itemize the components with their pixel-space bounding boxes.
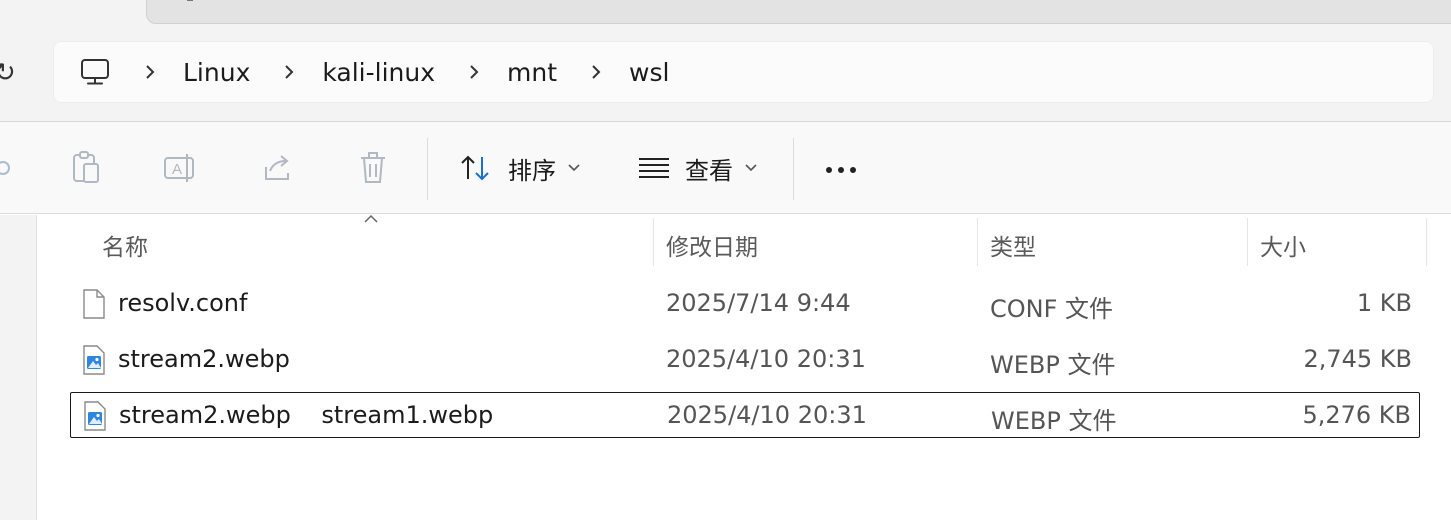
column-header-name[interactable]: 名称	[102, 228, 148, 262]
file-type: WEBP 文件	[991, 407, 1117, 435]
chevron-down-icon	[568, 164, 580, 172]
file-row[interactable]: resolv.conf 2025/7/14 9:44 CONF 文件 1 KB	[70, 281, 1420, 327]
file-date: 2025/4/10 20:31	[666, 345, 866, 373]
column-header-size[interactable]: 大小	[1260, 228, 1306, 262]
file-size: 2,745 KB	[1303, 345, 1412, 373]
file-size: 5,276 KB	[1302, 401, 1411, 429]
column-separator[interactable]	[653, 218, 654, 266]
address-bar[interactable]: Linux kali-linux mnt wsl	[53, 41, 1434, 103]
toolbar-separator	[793, 138, 794, 200]
image-file-icon	[83, 345, 105, 375]
column-header-type[interactable]: 类型	[990, 228, 1036, 262]
title-area: ↻ Linux kali-linux mnt wsl	[0, 0, 1451, 122]
breadcrumb-item-linux[interactable]: Linux	[183, 58, 250, 87]
file-date: 2025/7/14 9:44	[666, 289, 851, 317]
chevron-down-icon	[745, 164, 757, 172]
file-size: 1 KB	[1356, 289, 1412, 317]
paste-icon[interactable]	[68, 150, 104, 186]
cut-icon[interactable]	[0, 150, 16, 186]
cut-off-nav-icon[interactable]: ↻	[0, 58, 16, 88]
more-dots-icon	[850, 167, 856, 173]
more-dots-icon	[838, 167, 844, 173]
breadcrumb-item-kali-linux[interactable]: kali-linux	[322, 58, 435, 87]
image-file-icon	[84, 401, 106, 431]
file-name: stream2.webp stream1.webp	[119, 401, 494, 429]
view-button[interactable]: 查看	[637, 146, 757, 190]
file-row-focused[interactable]: stream2.webp stream1.webp 2025/4/10 20:3…	[70, 392, 1420, 438]
toolbar-separator	[427, 138, 428, 200]
file-type: WEBP 文件	[990, 351, 1116, 379]
chevron-right-icon[interactable]	[583, 57, 609, 87]
chevron-right-icon[interactable]	[137, 57, 163, 87]
more-dots-icon	[826, 167, 832, 173]
navigation-pane[interactable]	[0, 215, 37, 520]
file-date: 2025/4/10 20:31	[667, 401, 867, 429]
column-separator[interactable]	[1247, 218, 1248, 266]
column-separator[interactable]	[977, 218, 978, 266]
sort-indicator-icon	[364, 214, 378, 223]
view-label: 查看	[685, 156, 733, 185]
column-header-date[interactable]: 修改日期	[666, 228, 758, 262]
chevron-right-icon[interactable]	[276, 57, 302, 87]
file-row[interactable]: stream2.webp 2025/4/10 20:31 WEBP 文件 2,7…	[70, 337, 1420, 383]
breadcrumb-item-mnt[interactable]: mnt	[507, 58, 557, 87]
file-type: CONF 文件	[990, 295, 1114, 323]
sort-button[interactable]: 排序	[458, 146, 580, 190]
view-list-icon	[639, 158, 669, 178]
chevron-right-icon[interactable]	[461, 57, 487, 87]
this-pc-icon[interactable]	[79, 56, 111, 88]
share-icon[interactable]	[259, 150, 295, 186]
file-name: stream2.webp	[118, 345, 290, 373]
sort-icon	[461, 155, 489, 181]
file-explorer-window: ↻ Linux kali-linux mnt wsl A 排序 查看 名称 修改…	[0, 0, 1451, 520]
breadcrumb-item-wsl[interactable]: wsl	[629, 58, 669, 87]
delete-icon[interactable]	[355, 150, 391, 186]
column-separator[interactable]	[1426, 218, 1427, 266]
rename-icon[interactable]: A	[163, 150, 199, 186]
command-bar: A 排序 查看	[0, 122, 1451, 214]
file-name: resolv.conf	[118, 289, 248, 317]
tab-bar[interactable]	[146, 0, 1451, 24]
svg-text:A: A	[172, 161, 182, 178]
file-icon	[83, 289, 105, 319]
tab-glyph-icon	[187, 0, 193, 1]
more-options-button[interactable]	[818, 152, 864, 188]
sort-label: 排序	[508, 156, 556, 185]
